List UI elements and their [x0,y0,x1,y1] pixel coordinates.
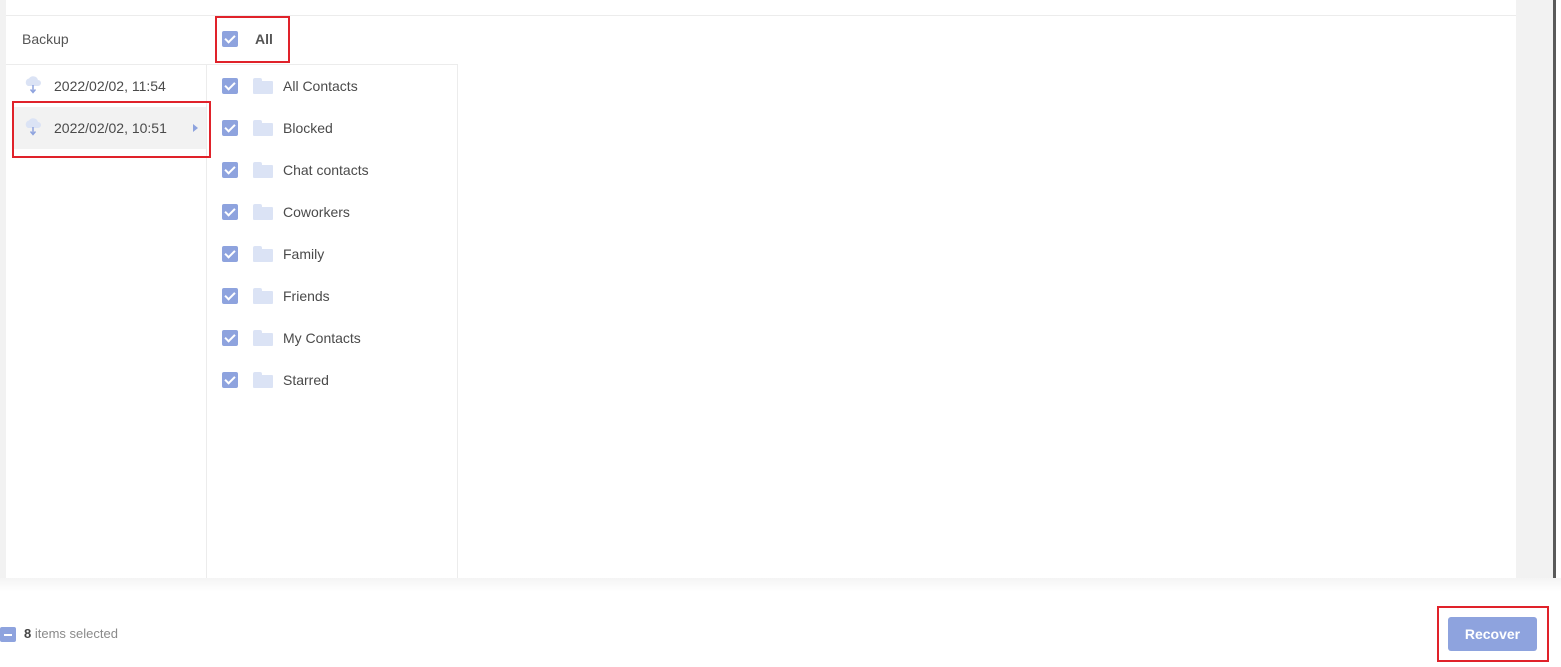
selected-count-text: 8 items selected [24,626,118,641]
cloud-download-icon [25,76,41,94]
category-item[interactable]: Starred [222,368,329,392]
chevron-right-icon [193,124,198,132]
category-column-border [457,64,458,578]
right-gutter [1516,0,1553,578]
folder-icon [253,78,273,94]
folder-icon [253,246,273,262]
category-label: Chat contacts [283,162,369,178]
category-checkbox[interactable] [222,162,238,178]
folder-icon [253,372,273,388]
left-edge [0,0,6,578]
category-label: Blocked [283,120,333,136]
scrollbar-edge[interactable] [1553,0,1556,578]
folder-icon [253,120,273,136]
cloud-download-icon [25,118,41,136]
category-label: Coworkers [283,204,350,220]
category-label: All Contacts [283,78,358,94]
category-item[interactable]: Family [222,242,324,266]
backup-item-label: 2022/02/02, 10:51 [54,120,167,136]
backup-item-2[interactable]: 2022/02/02, 10:51 [14,107,206,149]
category-label: Family [283,246,325,262]
partial-select-checkbox[interactable] [0,627,16,642]
select-all-row[interactable]: All [222,31,273,47]
footer-bar [0,592,1561,667]
category-item[interactable]: Blocked [222,116,333,140]
select-all-checkbox[interactable] [222,31,238,47]
category-checkbox[interactable] [222,120,238,136]
category-divider [207,64,457,65]
footer-shadow [0,578,1561,592]
top-divider [6,15,1516,16]
recover-button[interactable]: Recover [1448,617,1537,651]
category-item[interactable]: Chat contacts [222,158,369,182]
backup-column-border [206,64,207,578]
folder-icon [253,330,273,346]
category-checkbox[interactable] [222,78,238,94]
backup-header: Backup [22,31,69,47]
backup-item-1[interactable]: 2022/02/02, 11:54 [14,65,206,107]
category-item[interactable]: All Contacts [222,74,358,98]
category-item[interactable]: Friends [222,284,330,308]
category-checkbox[interactable] [222,204,238,220]
category-label: Friends [283,288,330,304]
category-checkbox[interactable] [222,372,238,388]
backup-item-label: 2022/02/02, 11:54 [54,78,166,94]
category-checkbox[interactable] [222,246,238,262]
category-label: My Contacts [283,330,361,346]
category-checkbox[interactable] [222,330,238,346]
select-all-label: All [255,31,273,47]
folder-icon [253,288,273,304]
category-item[interactable]: Coworkers [222,200,350,224]
selected-suffix: items selected [31,626,118,641]
folder-icon [253,204,273,220]
folder-icon [253,162,273,178]
category-item[interactable]: My Contacts [222,326,361,350]
category-checkbox[interactable] [222,288,238,304]
category-label: Starred [283,372,329,388]
